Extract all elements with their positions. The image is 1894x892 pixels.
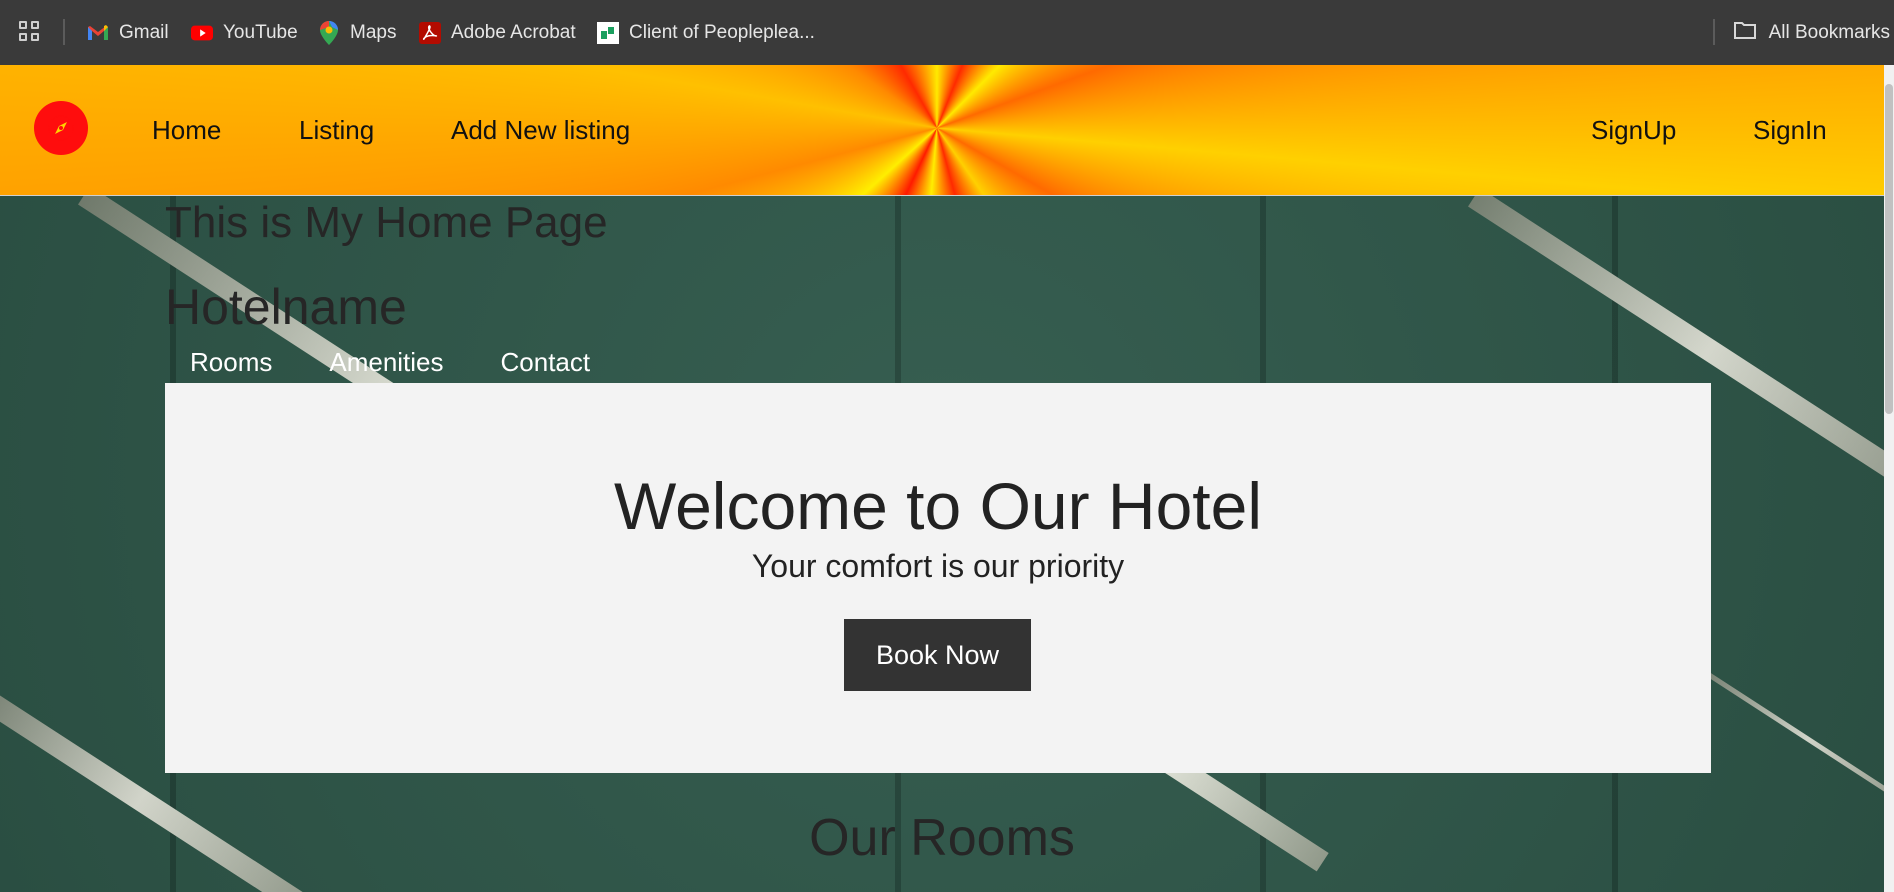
bookmark-label: YouTube [223,21,298,43]
youtube-icon [191,22,213,44]
gmail-icon [87,22,109,44]
rooms-heading: Our Rooms [809,809,1075,867]
site-favicon-icon [597,21,619,44]
hotel-name: Hotelname [165,279,407,335]
divider [63,19,65,45]
hotel-subnav: Rooms Amenities Contact [190,347,590,378]
site-navbar: Home Listing Add New listing SignUp Sign… [0,65,1884,196]
nav-listing-link[interactable]: Listing [299,65,374,195]
hero-card: Welcome to Our Hotel Your comfort is our… [165,383,1711,773]
bookmark-label: Client of Peopleplea... [629,21,815,43]
nav-home-link[interactable]: Home [152,65,221,195]
bookmark-client-site[interactable]: Client of Peopleplea... [597,0,815,65]
bookmarks-bar: Gmail YouTube Maps Adobe Acrobat Client … [0,0,1894,65]
signup-link[interactable]: SignUp [1591,65,1676,195]
scrollbar-thumb[interactable] [1885,84,1893,414]
subnav-amenities-link[interactable]: Amenities [329,347,443,378]
subnav-contact-link[interactable]: Contact [501,347,591,378]
bookmark-label: Maps [350,21,397,43]
hero-subtitle: Your comfort is our priority [751,548,1125,584]
nav-add-listing-link[interactable]: Add New listing [451,65,630,195]
subnav-rooms-link[interactable]: Rooms [190,347,272,378]
apps-grid-icon[interactable] [19,21,41,43]
bookmark-youtube[interactable]: YouTube [191,0,298,65]
acrobat-icon [419,21,441,44]
page-title: This is My Home Page [165,198,608,247]
bookmark-maps[interactable]: Maps [318,0,396,65]
bookmark-gmail[interactable]: Gmail [87,0,169,65]
hero-title: Welcome to Our Hotel [613,469,1262,543]
bookmark-adobe-acrobat[interactable]: Adobe Acrobat [419,0,576,65]
compass-icon[interactable] [34,101,88,155]
bookmark-label: Adobe Acrobat [451,21,576,43]
book-now-button[interactable]: Book Now [844,619,1031,691]
all-bookmarks-label: All Bookmarks [1768,21,1890,43]
folder-icon [1733,20,1757,46]
signin-link[interactable]: SignIn [1753,65,1827,195]
divider [1713,19,1715,45]
all-bookmarks-button[interactable]: All Bookmarks [1733,0,1890,65]
bookmark-label: Gmail [119,21,169,43]
maps-icon [318,20,340,45]
